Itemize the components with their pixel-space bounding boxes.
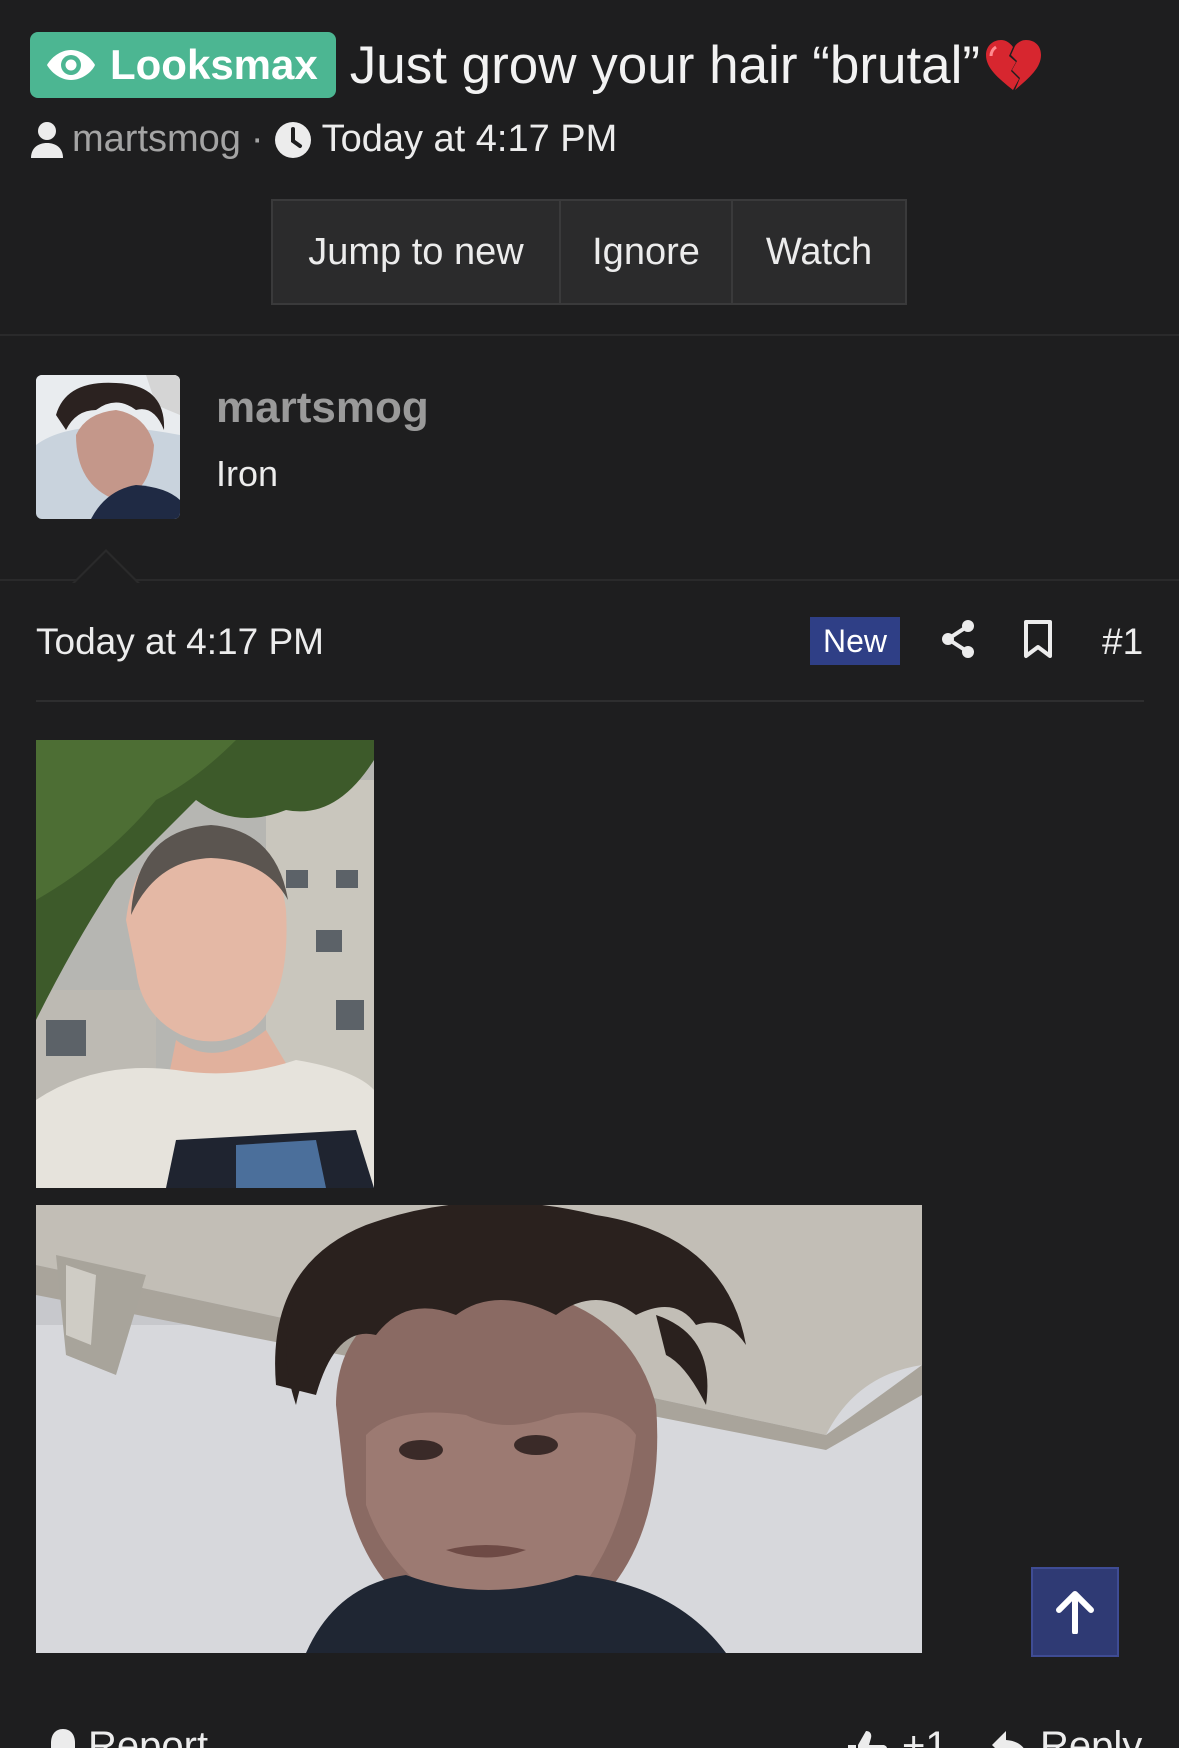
reply-icon: [992, 1730, 1024, 1748]
post-header: Today at 4:17 PM New #1: [36, 583, 1144, 702]
meta-separator: ·: [250, 118, 264, 160]
bell-icon: [51, 1728, 75, 1748]
jump-to-new-button[interactable]: Jump to new: [273, 201, 561, 303]
prefix-text: Looksmax: [110, 41, 318, 88]
thread-title-text: Just grow your hair “brutal”: [349, 35, 981, 95]
reply-label: Reply: [1040, 1724, 1143, 1748]
scroll-to-top-button[interactable]: [1031, 1567, 1119, 1657]
post-footer-actions: Report +1 Reply: [0, 1710, 1179, 1748]
eye-icon: [47, 50, 95, 80]
user-title: Iron: [216, 453, 279, 494]
thread-action-buttons: Jump to new Ignore Watch: [271, 199, 907, 305]
share-icon[interactable]: [940, 619, 976, 659]
post-image-2[interactable]: [36, 1205, 922, 1653]
new-badge: New: [810, 617, 900, 665]
like-count: +1: [902, 1724, 948, 1748]
watch-button[interactable]: Watch: [733, 201, 905, 303]
avatar[interactable]: [36, 375, 180, 519]
arrow-up-icon: [1056, 1591, 1094, 1634]
thread-header: Looksmax Just grow your hair “brutal” ma…: [0, 0, 1179, 336]
post-date[interactable]: Today at 4:17 PM: [36, 621, 324, 663]
prefix-label[interactable]: Looksmax: [30, 32, 336, 98]
like-button[interactable]: +1: [846, 1724, 948, 1748]
user-block-arrow: [72, 549, 140, 584]
post-username[interactable]: martsmog: [216, 383, 429, 433]
report-label: Report: [88, 1724, 209, 1748]
report-link[interactable]: Report: [48, 1724, 208, 1748]
post-image-1[interactable]: [36, 740, 374, 1188]
post-user-block: martsmog Iron: [0, 338, 1179, 584]
broken-heart-icon: [986, 40, 1042, 90]
post-number[interactable]: #1: [1102, 621, 1143, 663]
thread-title-row: Looksmax Just grow your hair “brutal”: [30, 32, 1042, 98]
bookmark-icon[interactable]: [1022, 619, 1054, 659]
thumbs-up-icon: [848, 1730, 888, 1748]
thread-title: Just grow your hair “brutal”: [350, 35, 1042, 96]
clock-icon: [274, 121, 311, 158]
ignore-button[interactable]: Ignore: [561, 201, 733, 303]
thread-author-link[interactable]: martsmog: [72, 118, 241, 161]
thread-date[interactable]: Today at 4:17 PM: [322, 118, 618, 161]
thread-meta: martsmog · Today at 4:17 PM: [30, 118, 617, 161]
reply-link[interactable]: Reply: [990, 1724, 1142, 1748]
user-icon: [31, 121, 63, 158]
